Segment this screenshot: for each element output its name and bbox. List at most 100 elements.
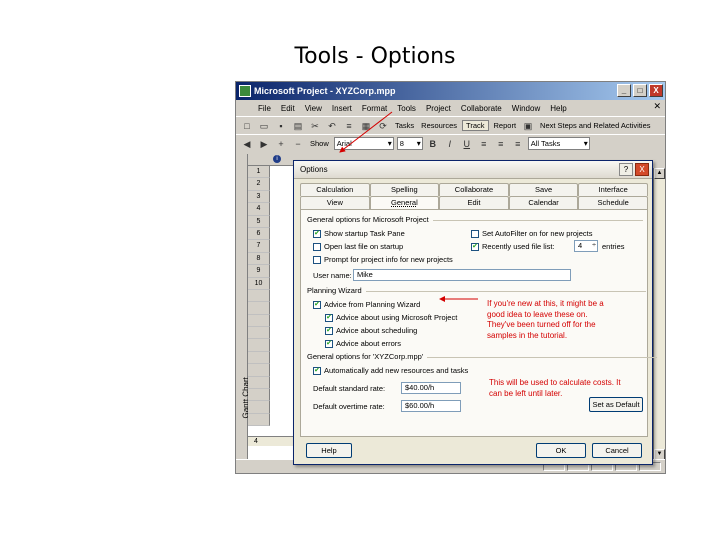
row-number[interactable]: 9 (248, 265, 270, 278)
tab-general[interactable]: General (369, 196, 440, 209)
tasks-button[interactable]: Tasks (393, 121, 416, 130)
underline-button[interactable]: U (460, 137, 474, 151)
tab-interface[interactable]: Interface (578, 183, 648, 196)
print-icon[interactable]: ▤ (291, 119, 305, 133)
resources-button[interactable]: Resources (419, 121, 459, 130)
tab-save[interactable]: Save (508, 183, 579, 196)
font-select[interactable]: Arial (333, 137, 394, 150)
tab-calculation[interactable]: Calculation (300, 183, 370, 196)
tab-view[interactable]: View (300, 196, 370, 209)
advice-using-checkbox[interactable]: ✔ Advice about using Microsoft Project (325, 313, 457, 322)
new-file-icon[interactable]: □ (240, 119, 254, 133)
row-number[interactable] (248, 401, 270, 414)
remove-icon[interactable]: − (291, 137, 305, 151)
tab-spelling[interactable]: Spelling (369, 183, 440, 196)
set-as-default-button[interactable]: Set as Default (589, 397, 643, 412)
undo-icon[interactable]: ↶ (325, 119, 339, 133)
minimize-button[interactable]: _ (617, 84, 631, 97)
save-icon[interactable]: ▪ (274, 119, 288, 133)
close-window-button[interactable]: X (649, 84, 663, 97)
row-number[interactable]: 4 (248, 203, 270, 216)
cancel-button[interactable]: Cancel (592, 443, 642, 458)
dialog-close-button[interactable]: X (635, 163, 649, 176)
row-number[interactable] (248, 314, 270, 328)
italic-button[interactable]: I (443, 137, 457, 151)
row-number[interactable]: 5 (248, 215, 270, 228)
maximize-button[interactable]: □ (633, 84, 647, 97)
menu-tools[interactable]: Tools (397, 104, 416, 113)
tab-edit[interactable]: Edit (439, 196, 509, 209)
checkmark-icon[interactable]: ✔ (325, 313, 333, 322)
tab-calendar[interactable]: Calendar (508, 196, 579, 209)
checkbox-box[interactable] (313, 242, 321, 251)
auto-add-resources-checkbox[interactable]: ✔ Automatically add new resources and ta… (313, 366, 468, 375)
row-number[interactable]: 10 (248, 277, 270, 290)
cut-icon[interactable]: ✂ (308, 119, 322, 133)
menu-collaborate[interactable]: Collaborate (461, 104, 502, 113)
report-button[interactable]: Report (492, 121, 519, 130)
guide-icon[interactable]: ▣ (521, 119, 535, 133)
font-size-select[interactable]: 8 (396, 137, 423, 150)
dialog-help-button[interactable]: ? (619, 163, 633, 176)
advice-scheduling-checkbox[interactable]: ✔ Advice about scheduling (325, 326, 417, 335)
autofilter-checkbox[interactable]: Set AutoFilter on for new projects (471, 229, 592, 238)
row-number[interactable] (248, 413, 270, 427)
row-number[interactable] (248, 351, 270, 365)
checkmark-icon[interactable]: ✔ (313, 366, 321, 375)
vertical-scrollbar[interactable]: ▲ ▼ (653, 168, 665, 460)
bold-button[interactable]: B (426, 137, 440, 151)
add-icon[interactable]: + (274, 137, 288, 151)
row-number[interactable]: 6 (248, 227, 270, 241)
show-dropdown[interactable]: Show (308, 139, 331, 148)
menu-project[interactable]: Project (426, 104, 451, 113)
checkmark-icon[interactable]: ✔ (313, 229, 321, 238)
checkbox-box[interactable] (313, 255, 321, 264)
link-icon[interactable]: ≡ (342, 119, 356, 133)
tab-schedule[interactable]: Schedule (578, 196, 648, 209)
open-last-file-checkbox[interactable]: Open last file on startup (313, 242, 403, 251)
overtime-rate-input[interactable]: $60.00/h (401, 400, 461, 412)
row-number[interactable] (248, 327, 270, 340)
align-right-icon[interactable]: ≡ (511, 137, 525, 151)
ok-button[interactable]: OK (536, 443, 586, 458)
checkmark-icon[interactable]: ✔ (325, 326, 333, 335)
standard-rate-input[interactable]: $40.00/h (401, 382, 461, 394)
menu-close-icon[interactable]: ✕ (653, 101, 661, 112)
user-name-input[interactable]: Mike (353, 269, 571, 281)
row-number[interactable] (248, 302, 270, 315)
track-button[interactable]: Track (462, 120, 489, 131)
refresh-icon[interactable]: ⟳ (376, 119, 390, 133)
next-steps-menu[interactable]: Next Steps and Related Activities (538, 121, 652, 130)
filter-select[interactable]: All Tasks (527, 137, 590, 150)
row-number[interactable] (248, 289, 270, 303)
row-number[interactable]: 2 (248, 178, 270, 191)
row-number[interactable]: 7 (248, 240, 270, 253)
indent-right-icon[interactable]: ▶ (257, 137, 271, 151)
menu-file[interactable]: File (258, 104, 271, 113)
open-folder-icon[interactable]: ▭ (257, 119, 271, 133)
menu-insert[interactable]: Insert (332, 104, 352, 113)
row-number[interactable]: 1 (248, 166, 270, 179)
menu-help[interactable]: Help (550, 104, 566, 113)
prompt-project-info-checkbox[interactable]: Prompt for project info for new projects (313, 255, 453, 264)
row-number[interactable] (248, 339, 270, 352)
task-info-icon[interactable]: ▦ (359, 119, 373, 133)
row-number[interactable]: 3 (248, 190, 270, 204)
row-number[interactable] (248, 364, 270, 377)
align-left-icon[interactable]: ≡ (477, 137, 491, 151)
menu-edit[interactable]: Edit (281, 104, 295, 113)
help-button[interactable]: Help (306, 443, 352, 458)
show-startup-checkbox[interactable]: ✔ Show startup Task Pane (313, 229, 405, 238)
row-number[interactable] (248, 376, 270, 390)
align-center-icon[interactable]: ≡ (494, 137, 508, 151)
advice-planning-wizard-checkbox[interactable]: ✔ Advice from Planning Wizard (313, 300, 420, 309)
recent-files-checkbox[interactable]: ✔ Recently used file list: (471, 242, 555, 251)
checkmark-icon[interactable]: ✔ (325, 339, 333, 348)
menu-view[interactable]: View (305, 104, 322, 113)
menu-window[interactable]: Window (512, 104, 540, 113)
indent-left-icon[interactable]: ◀ (240, 137, 254, 151)
checkmark-icon[interactable]: ✔ (471, 242, 479, 251)
tab-collaborate[interactable]: Collaborate (439, 183, 509, 196)
row-number[interactable]: 8 (248, 252, 270, 266)
row-number[interactable] (248, 389, 270, 402)
